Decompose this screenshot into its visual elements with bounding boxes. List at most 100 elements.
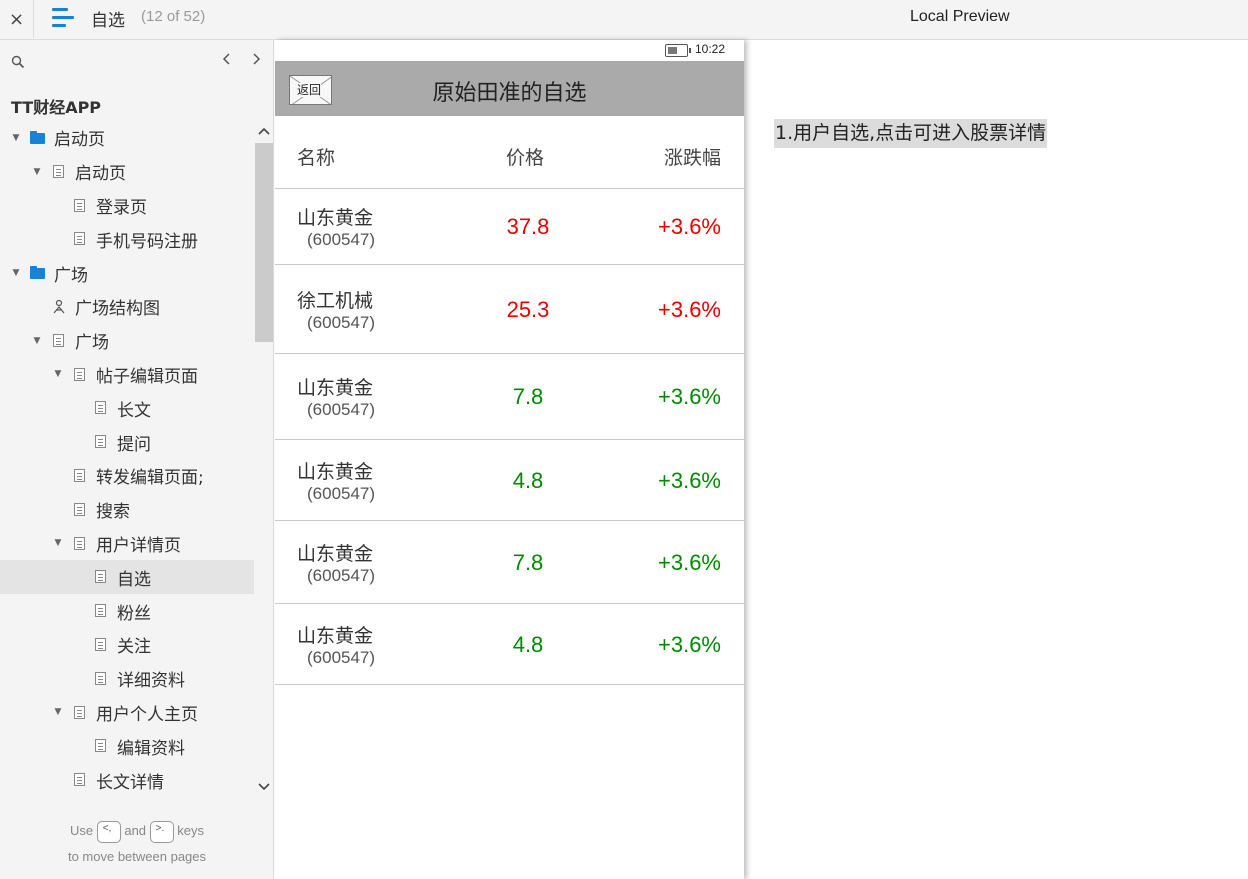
project-title: TT财经APP: [11, 98, 102, 117]
stock-change: +3.6%: [658, 214, 721, 239]
tree-item[interactable]: 长文: [0, 391, 254, 425]
expand-toggle-icon[interactable]: ▼: [32, 167, 42, 177]
expand-toggle-icon[interactable]: ▼: [11, 268, 21, 278]
chevron-right-icon: [253, 53, 261, 65]
tree-item[interactable]: ▼ 广场: [0, 256, 254, 290]
scroll-down-button[interactable]: [254, 780, 274, 796]
tree-item-label: 广场: [54, 265, 88, 286]
page-title: 自选: [91, 11, 125, 31]
page-icon: [72, 502, 88, 518]
tree-item[interactable]: ▼ 帖子编辑页面: [0, 358, 254, 392]
stock-name: 山东黄金: [297, 542, 374, 565]
expand-toggle-icon[interactable]: ▼: [11, 133, 21, 143]
search-icon[interactable]: [11, 55, 25, 69]
page-icon: [93, 738, 109, 754]
stock-row[interactable]: 徐工机械 (600547) 25.3 +3.6%: [275, 265, 744, 354]
stock-name: 徐工机械: [297, 289, 374, 312]
tree-item[interactable]: 编辑资料: [0, 729, 254, 763]
tree-item-label: 登录页: [96, 197, 147, 218]
next-page-button[interactable]: [248, 52, 264, 70]
tree-item[interactable]: 关注: [0, 628, 254, 662]
tree-item[interactable]: ▼ 广场: [0, 324, 254, 358]
screen-title: 原始田准的自选: [432, 81, 587, 106]
page-icon: [51, 333, 67, 349]
hint-and: and: [124, 823, 147, 838]
annotation-note: 1.用户自选,点击可进入股票详情: [774, 119, 1048, 148]
previous-page-button[interactable]: [219, 52, 235, 70]
chevron-left-icon: [222, 53, 230, 65]
stock-price: 4.8: [512, 631, 544, 657]
preview-title: Local Preview: [910, 8, 1010, 25]
stock-row[interactable]: 山东黄金 (600547) 7.8 +3.6%: [275, 354, 744, 440]
stock-change: +3.6%: [658, 384, 721, 409]
tree-item[interactable]: ▼ 启动页: [0, 155, 254, 189]
chevron-down-icon: [258, 783, 270, 791]
page-icon: [51, 164, 67, 180]
page-icon: [72, 468, 88, 484]
header-name: 名称: [297, 147, 336, 169]
status-time: 10:22: [695, 42, 726, 56]
tree-item-label: 详细资料: [117, 671, 185, 692]
next-key-icon: >.: [149, 820, 174, 843]
stock-row[interactable]: 山东黄金 (600547) 37.8 +3.6%: [275, 189, 744, 265]
stock-name: 山东黄金: [297, 460, 374, 483]
tree-item-label: 用户详情页: [96, 535, 181, 556]
tree-item[interactable]: 详细资料: [0, 662, 254, 696]
tree-item[interactable]: 手机号码注册: [0, 222, 254, 256]
tree-item-label: 帖子编辑页面: [96, 366, 198, 387]
page-counter: (12 of 52): [141, 8, 206, 25]
expand-toggle-icon[interactable]: ▼: [32, 336, 42, 346]
stock-code: (600547): [307, 647, 376, 667]
expand-toggle-icon[interactable]: ▼: [53, 538, 63, 548]
phone-screen: 10:22 返回 原始田准的自选 名称 价格 涨跌幅 山东黄金 (600547) 3…: [275, 40, 744, 879]
scroll-up-button[interactable]: [254, 124, 274, 140]
hint-use: Use: [69, 823, 94, 838]
tree-item-label: 搜索: [96, 502, 130, 523]
tree-item-label: 用户个人主页: [96, 704, 198, 725]
stock-change: +3.6%: [658, 631, 721, 657]
tree-item[interactable]: ▼ 用户详情页: [0, 527, 254, 561]
tree-item[interactable]: 转发编辑页面;: [0, 459, 254, 493]
stock-price: 7.8: [512, 549, 544, 575]
tree-item[interactable]: ▼ 用户个人主页: [0, 696, 254, 730]
stock-price: 37.8: [506, 214, 550, 239]
stock-row[interactable]: 山东黄金 (600547) 7.8 +3.6%: [275, 521, 744, 604]
tree-item[interactable]: ▼ 启动页: [0, 121, 254, 155]
folder-icon: [30, 130, 46, 146]
tree-item[interactable]: 登录页: [0, 189, 254, 223]
tree-item[interactable]: 提问: [0, 425, 254, 459]
tree-item-label: 启动页: [75, 164, 126, 185]
header-change: 涨跌幅: [663, 147, 721, 169]
prev-key-icon: <,: [96, 820, 121, 843]
page-icon: [72, 367, 88, 383]
stock-row[interactable]: 山东黄金 (600547) 4.8 +3.6%: [275, 440, 744, 521]
close-button[interactable]: ×: [0, 0, 34, 38]
tree-item[interactable]: 广场结构图: [0, 290, 254, 324]
hint-line2: to move between pages: [67, 849, 207, 864]
stock-code: (600547): [307, 483, 376, 503]
tree-item-label: 广场: [75, 333, 109, 354]
sidebar: TT财经APP ▼ 启动页 ▼ 启动页 登录页 手机号码注册 ▼ 广场 广场结构图 ▼ 广场 ▼ 帖子编…: [0, 40, 274, 879]
stock-name: 山东黄金: [297, 624, 374, 647]
stock-name: 山东黄金: [297, 377, 374, 399]
page-icon: [93, 637, 109, 653]
page-tree: ▼ 启动页 ▼ 启动页 登录页 手机号码注册 ▼ 广场 广场结构图 ▼ 广场 ▼ 帖子编辑页面 长文 提问转…: [0, 121, 254, 797]
scrollbar-thumb[interactable]: [255, 143, 273, 342]
stock-code: (600547): [307, 312, 376, 332]
expand-toggle-icon[interactable]: ▼: [53, 369, 63, 379]
tree-item[interactable]: 自选: [0, 560, 254, 595]
tree-item-label: 转发编辑页面;: [96, 468, 204, 489]
expand-toggle-icon[interactable]: ▼: [53, 707, 63, 717]
battery-icon: [665, 44, 691, 57]
tree-item-label: 长文详情: [96, 772, 164, 793]
stock-row[interactable]: 山东黄金 (600547) 4.8 +3.6%: [275, 604, 744, 685]
menu-icon[interactable]: [52, 8, 74, 28]
tree-item[interactable]: 粉丝: [0, 594, 254, 628]
page-icon: [72, 536, 88, 552]
status-bar: 10:22: [275, 40, 744, 61]
page-icon: [93, 569, 109, 585]
tree-item[interactable]: 搜索: [0, 493, 254, 527]
tree-item[interactable]: 长文详情: [0, 763, 254, 797]
tree-item-label: 启动页: [54, 130, 105, 151]
stock-code: (600547): [307, 400, 376, 419]
